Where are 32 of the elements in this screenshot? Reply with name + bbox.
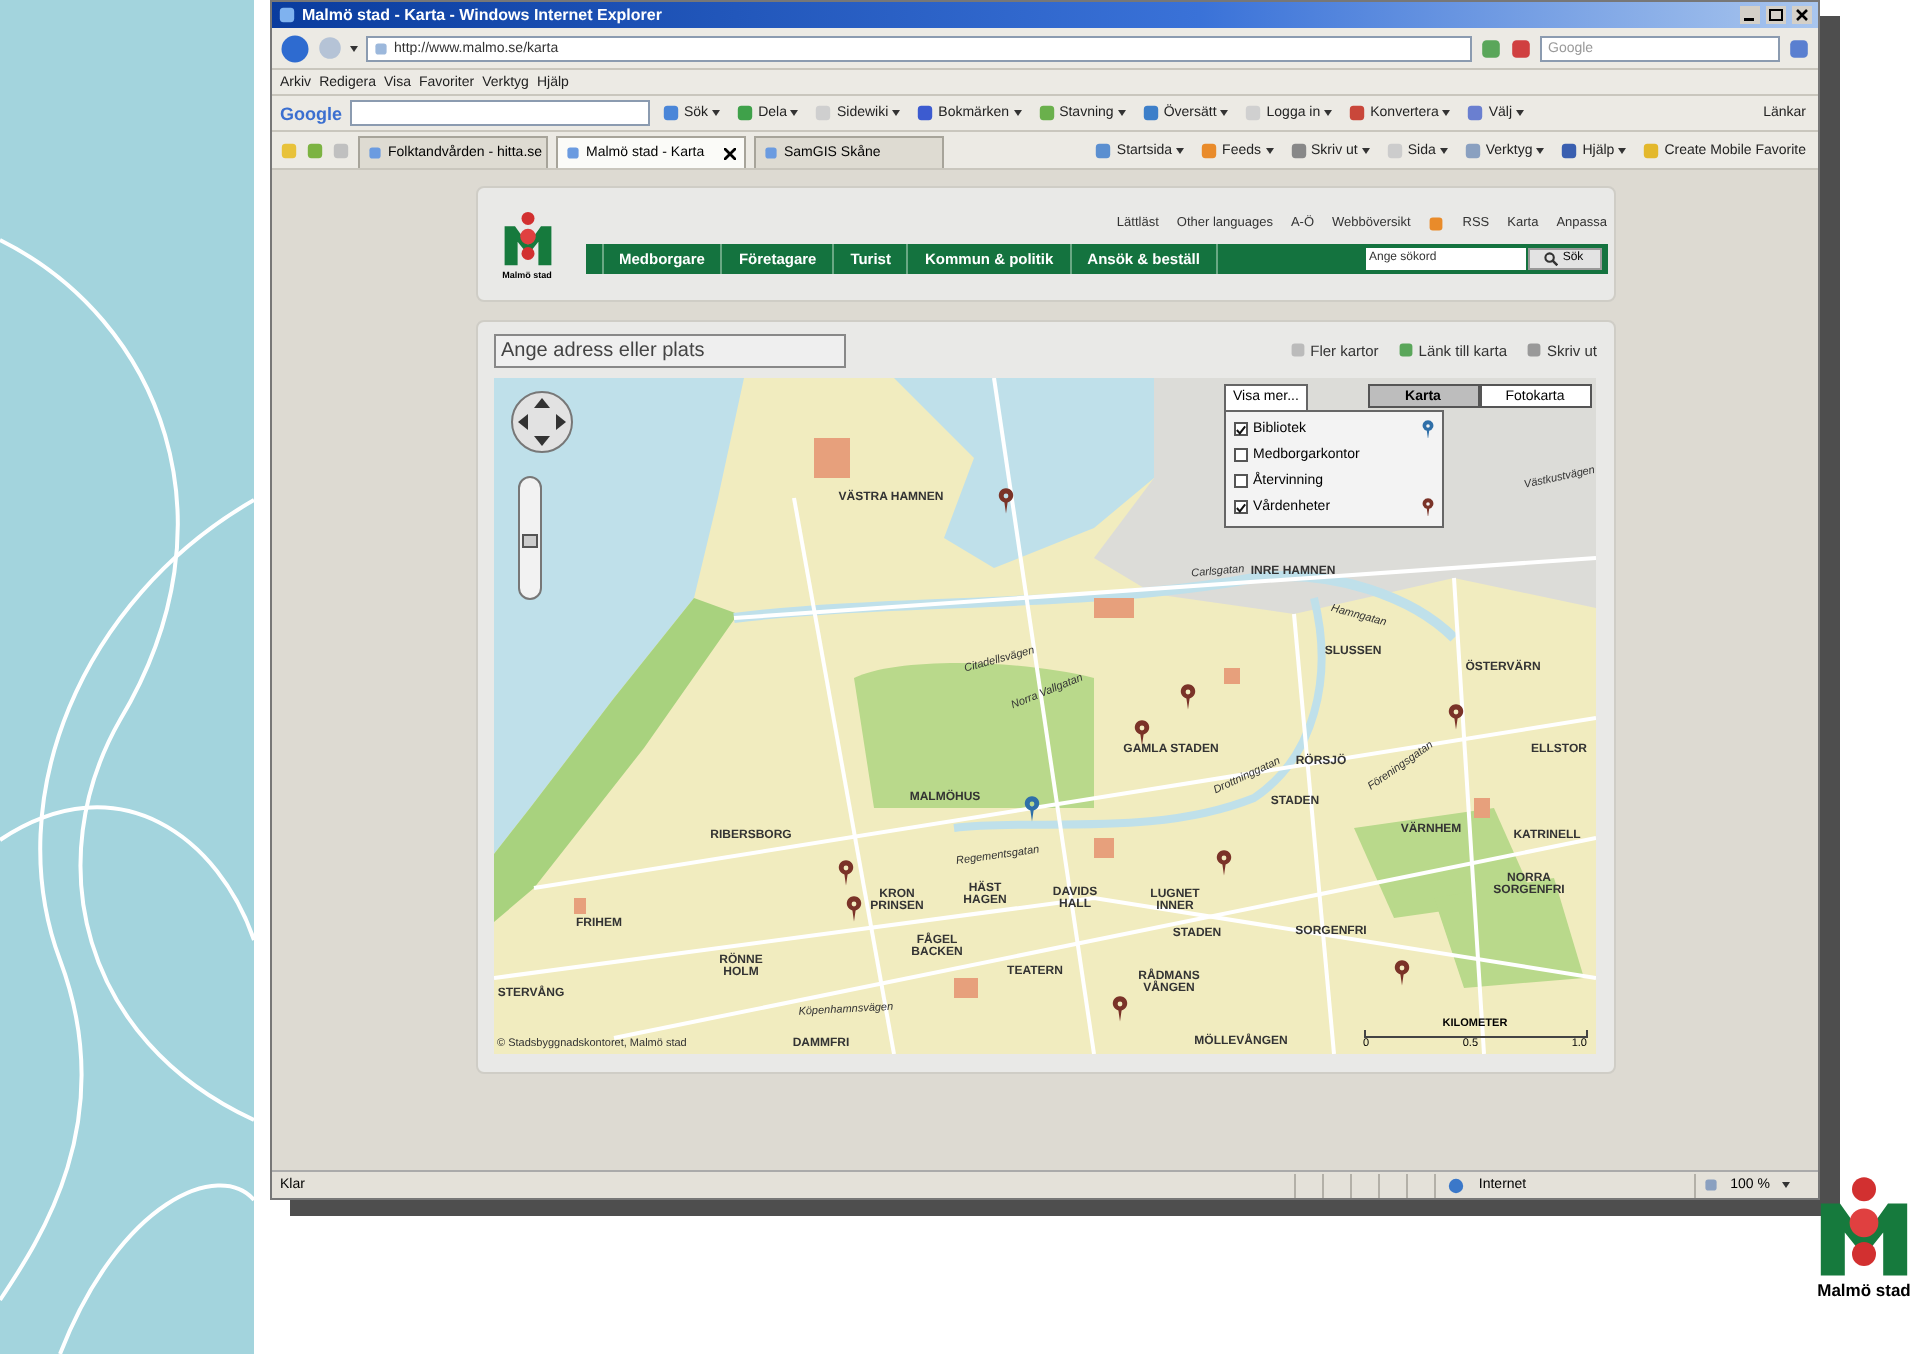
map-pin-icon xyxy=(1111,996,1127,1022)
map-pin-icon xyxy=(1133,720,1149,746)
building-block xyxy=(1093,838,1113,858)
coat-of-arms-logo xyxy=(501,208,553,268)
address-search-field[interactable]: Ange adress eller plats xyxy=(493,333,845,367)
map-pin-icon xyxy=(1179,684,1195,710)
minimize-icon[interactable] xyxy=(1740,6,1760,24)
toolbar-search-field[interactable] xyxy=(350,100,650,126)
building-block xyxy=(953,978,977,998)
map-pin-icon xyxy=(845,896,861,922)
map-pin-icon xyxy=(1023,796,1039,822)
checkbox[interactable] xyxy=(1233,448,1247,462)
checkbox[interactable] xyxy=(1233,422,1247,436)
map-pin-icon xyxy=(1393,960,1409,986)
caret-icon[interactable] xyxy=(350,45,358,51)
map-pin-icon xyxy=(1447,704,1463,730)
window-title: Malmö stad - Karta - Windows Internet Explorer xyxy=(302,6,664,24)
checkbox[interactable] xyxy=(1233,474,1247,488)
pan-control-icon[interactable] xyxy=(509,390,573,454)
close-icon[interactable] xyxy=(1792,6,1812,24)
map-pin-icon xyxy=(1215,850,1231,876)
map-pin-icon xyxy=(837,860,853,886)
google-logo: Google xyxy=(280,103,342,123)
zoom-slider[interactable] xyxy=(517,476,541,600)
zoom-thumb[interactable] xyxy=(521,534,537,548)
logo-text: Malmö stad xyxy=(1817,1280,1911,1301)
checkbox[interactable] xyxy=(1233,500,1247,514)
maximize-icon[interactable] xyxy=(1766,6,1786,24)
map-pin-icon xyxy=(997,488,1013,514)
building-block xyxy=(1093,598,1133,618)
building-block xyxy=(813,438,849,478)
close-tab-icon[interactable] xyxy=(724,147,736,159)
